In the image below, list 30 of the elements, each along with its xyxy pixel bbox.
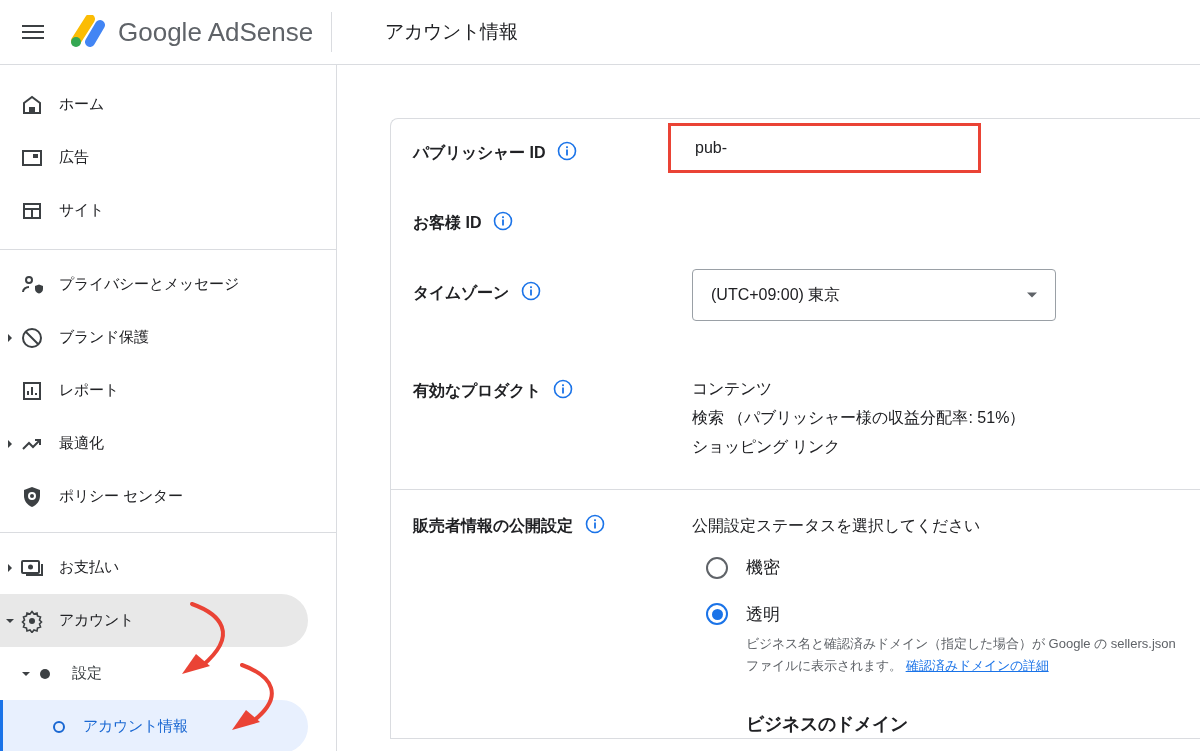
nav-item[interactable]: アカウント情報 xyxy=(0,700,308,751)
nav-item[interactable]: お支払い xyxy=(0,541,308,594)
nav-item[interactable]: ブランド保護 xyxy=(0,311,308,364)
field-label: 販売者情報の公開設定 xyxy=(413,516,573,536)
page-title: アカウント情報 xyxy=(385,19,519,44)
nav-item[interactable]: ホーム xyxy=(0,78,308,131)
section-subheading: ビジネスのドメイン xyxy=(746,713,909,736)
nav-item[interactable]: 最適化 xyxy=(0,417,308,470)
nav-item[interactable]: ポリシー センター xyxy=(0,470,308,523)
product-name: ショッピング リンク xyxy=(692,437,842,457)
field-label: タイムゾーン xyxy=(413,283,509,303)
nav-item[interactable]: 広告 xyxy=(0,131,308,184)
nav-item[interactable]: アカウント xyxy=(0,594,308,647)
radio-label: 透明 xyxy=(746,603,780,626)
radio-label: 機密 xyxy=(746,557,780,579)
field-label: パブリッシャー ID xyxy=(413,143,546,163)
product-name: Google AdSense xyxy=(118,15,314,49)
nav-item[interactable]: 設定 xyxy=(0,647,308,700)
product-name: コンテンツ xyxy=(692,379,773,399)
timezone-select[interactable]: (UTC+09:00) 東京 xyxy=(692,269,1056,321)
product-name: 検索 （パブリッシャー様の収益分配率: 51%） xyxy=(692,408,1027,428)
field-label: お客様 ID xyxy=(413,213,482,233)
learn-more-link[interactable]: 確認済みドメインの詳細 xyxy=(905,658,1049,673)
field-value: pub- xyxy=(695,138,728,158)
nav-item[interactable]: サイト xyxy=(0,184,308,237)
option-description: ビジネス名と確認済みドメイン（指定した場合）が Google の sellers.json ファイルに表示されます。 確認済みドメインの詳細 xyxy=(746,635,1177,675)
radio-prompt: 公開設定ステータスを選択してください xyxy=(692,516,981,536)
nav-item[interactable]: プライバシーとメッセージ xyxy=(0,258,308,311)
nav-item[interactable]: レポート xyxy=(0,364,308,417)
field-label: 有効なプロダクト xyxy=(413,381,541,402)
